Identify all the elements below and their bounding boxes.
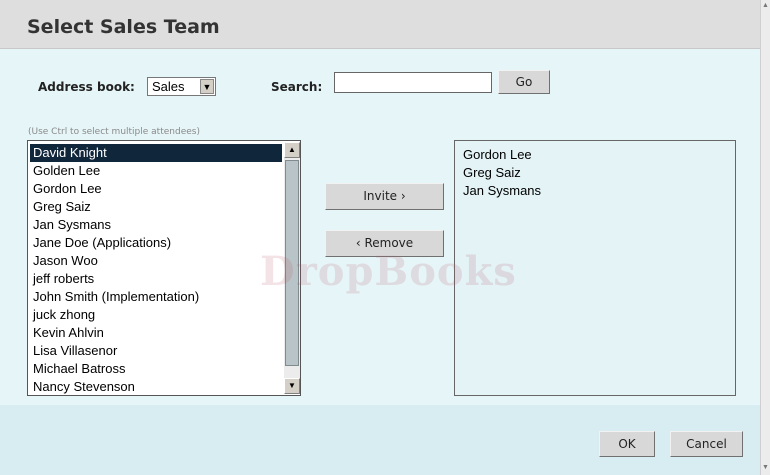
- list-item[interactable]: jeff roberts: [30, 270, 282, 288]
- select-sales-team-dialog: Select Sales Team ▲ ▼ Address book: Sale…: [0, 0, 770, 475]
- list-item[interactable]: Jan Sysmans: [30, 216, 282, 234]
- watermark-logo: DropBooks: [260, 248, 517, 295]
- list-item[interactable]: Nancy Stevenson: [30, 378, 282, 395]
- list-item[interactable]: David Knight: [30, 144, 282, 162]
- go-button[interactable]: Go: [498, 70, 550, 94]
- list-item[interactable]: Gordon Lee: [30, 180, 282, 198]
- ok-button[interactable]: OK: [599, 431, 655, 457]
- search-label: Search:: [271, 80, 323, 94]
- list-item[interactable]: John Smith (Implementation): [30, 288, 282, 306]
- list-item[interactable]: Michael Batross: [30, 360, 282, 378]
- list-item[interactable]: juck zhong: [30, 306, 282, 324]
- list-item[interactable]: Gordon Lee: [463, 147, 532, 162]
- list-item[interactable]: Jan Sysmans: [463, 183, 541, 198]
- list-item[interactable]: Jason Woo: [30, 252, 282, 270]
- chevron-down-icon[interactable]: ▼: [200, 79, 214, 94]
- scroll-up-icon[interactable]: ▲: [284, 142, 300, 158]
- list-item[interactable]: Jane Doe (Applications): [30, 234, 282, 252]
- list-item[interactable]: Lisa Villasenor: [30, 342, 282, 360]
- list-item[interactable]: Kevin Ahlvin: [30, 324, 282, 342]
- list-item[interactable]: Greg Saiz: [30, 198, 282, 216]
- cancel-button[interactable]: Cancel: [670, 431, 743, 457]
- scroll-up-icon[interactable]: ▲: [762, 2, 769, 10]
- address-book-select[interactable]: Sales ▼: [147, 77, 216, 96]
- title-bar: Select Sales Team: [0, 0, 760, 49]
- multi-select-hint: (Use Ctrl to select multiple attendees): [28, 127, 200, 137]
- address-book-label: Address book:: [38, 80, 135, 94]
- window-scrollbar[interactable]: ▲ ▼: [760, 0, 770, 475]
- invite-button[interactable]: Invite ›: [325, 183, 444, 210]
- scroll-down-icon[interactable]: ▼: [284, 378, 300, 394]
- scroll-down-icon[interactable]: ▼: [762, 464, 769, 472]
- list-item[interactable]: Golden Lee: [30, 162, 282, 180]
- dialog-footer: OK Cancel: [0, 405, 760, 475]
- dialog-title: Select Sales Team: [27, 16, 220, 38]
- list-item[interactable]: Greg Saiz: [463, 165, 521, 180]
- address-book-value: Sales: [152, 79, 185, 94]
- search-input[interactable]: [334, 72, 492, 93]
